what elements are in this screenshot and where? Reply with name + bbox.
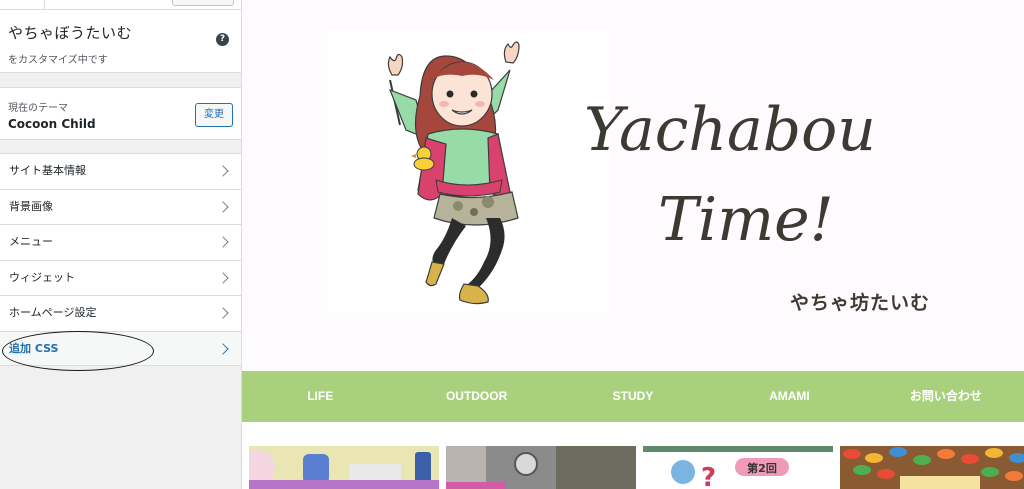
logo-line-2: Time!: [658, 185, 834, 255]
chevron-right-icon: [217, 271, 229, 284]
chevron-right-icon: [217, 307, 229, 319]
menu-item-label: 追加 CSS: [9, 341, 59, 355]
customizer-topbar: [0, 0, 241, 10]
global-nav: LIFE OUTDOOR STUDY AMAMI お問い合わせ: [242, 371, 1024, 422]
menu-item-label: 背景画像: [9, 199, 53, 213]
site-header: Yachabou Time! やちゃ坊たいむ: [242, 0, 1024, 371]
site-preview: Yachabou Time! やちゃ坊たいむ LIFE OUTDOOR STUD…: [242, 0, 1024, 489]
menu-item-label: ホームページ設定: [9, 306, 97, 319]
menu-item-label: ウィジェット: [9, 270, 75, 284]
article-card-thumbnail[interactable]: [840, 446, 1024, 489]
article-card-thumbnail[interactable]: [249, 446, 439, 489]
site-title: やちゃぼうたいむ: [8, 24, 133, 42]
help-icon[interactable]: ?: [216, 33, 229, 46]
menu-item-homepage-settings[interactable]: ホームページ設定: [0, 295, 241, 331]
nav-item-life[interactable]: LIFE: [242, 371, 398, 422]
article-card-thumbnail[interactable]: 第2回 ?: [643, 446, 833, 489]
hiker-illustration: [328, 30, 610, 312]
article-card-thumbnail[interactable]: [446, 446, 636, 489]
close-customizer-button[interactable]: [0, 0, 45, 10]
nav-item-study[interactable]: STUDY: [555, 371, 711, 422]
site-info-panel: やちゃぼうたいむ をカスタマイズ中です ?: [0, 10, 241, 73]
current-theme-panel: 現在のテーマ Cocoon Child 変更: [0, 87, 241, 140]
change-theme-button[interactable]: 変更: [195, 103, 233, 127]
logo-subtitle: やちゃ坊たいむ: [790, 292, 931, 314]
svg-text:?: ?: [701, 463, 716, 489]
menu-item-widgets[interactable]: ウィジェット: [0, 259, 241, 295]
customizing-notice: をカスタマイズ中です: [8, 55, 108, 66]
site-logo: Yachabou Time!: [584, 95, 876, 255]
chevron-right-icon: [217, 200, 229, 213]
customizer-sidebar: やちゃぼうたいむ をカスタマイズ中です ? 現在のテーマ Cocoon Chil…: [0, 0, 242, 489]
publish-button[interactable]: [172, 0, 234, 6]
chevron-right-icon: [217, 165, 229, 177]
menu-item-additional-css[interactable]: 追加 CSS: [0, 330, 241, 366]
card-badge-text: 第2回: [747, 461, 777, 475]
nav-item-amami[interactable]: AMAMI: [711, 371, 867, 422]
menu-item-label: メニュー: [9, 235, 53, 248]
menu-item-background-image[interactable]: 背景画像: [0, 188, 241, 224]
nav-item-contact[interactable]: お問い合わせ: [868, 371, 1024, 422]
menu-item-site-identity[interactable]: サイト基本情報: [0, 153, 241, 189]
menu-item-label: サイト基本情報: [9, 164, 86, 177]
customizer-menu: サイト基本情報 背景画像 メニュー ウィジェット ホームページ設定 追加 CSS: [0, 153, 241, 366]
chevron-right-icon: [217, 342, 229, 355]
menu-item-menus[interactable]: メニュー: [0, 224, 241, 260]
article-cards: 第2回 ?: [249, 446, 1024, 489]
logo-line-1: Yachabou: [584, 95, 876, 165]
chevron-right-icon: [217, 236, 229, 248]
nav-item-outdoor[interactable]: OUTDOOR: [398, 371, 554, 422]
